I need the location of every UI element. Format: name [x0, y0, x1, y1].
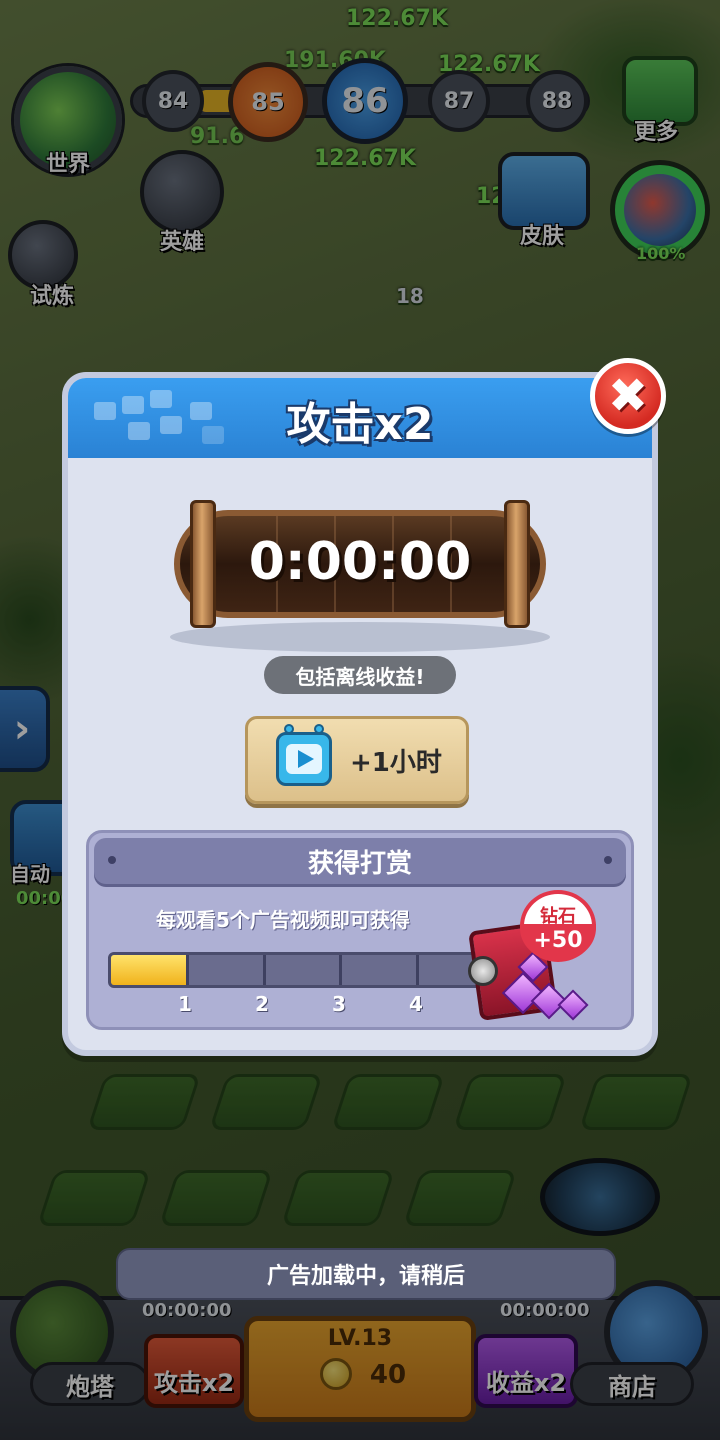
watch-ad-label: +1小时	[350, 748, 442, 778]
boost-timer: 0:00:00	[248, 532, 472, 592]
offline-note: 包括离线收益!	[264, 656, 456, 694]
rivet	[604, 856, 612, 864]
ad-progress-bar	[108, 952, 492, 988]
play-icon	[298, 750, 314, 768]
close-icon: ✖	[607, 368, 649, 424]
timer-shadow	[170, 622, 550, 652]
rivet	[108, 856, 116, 864]
modal-title: 攻击x2	[286, 399, 434, 450]
modal-header: 攻击x2	[68, 378, 652, 458]
progress-tick: 2	[255, 992, 269, 1016]
reward-header: 获得打赏	[94, 838, 626, 884]
chest-dial	[468, 956, 498, 986]
loading-toast: 广告加载中，请稍后	[116, 1248, 616, 1300]
ad-progress-fill	[111, 955, 187, 985]
reward-description: 每观看5个广告视频即可获得	[156, 908, 410, 932]
progress-tick: 4	[409, 992, 423, 1016]
progress-tick: 3	[332, 992, 346, 1016]
close-button[interactable]: ✖	[590, 358, 666, 434]
progress-tick: 1	[178, 992, 192, 1016]
